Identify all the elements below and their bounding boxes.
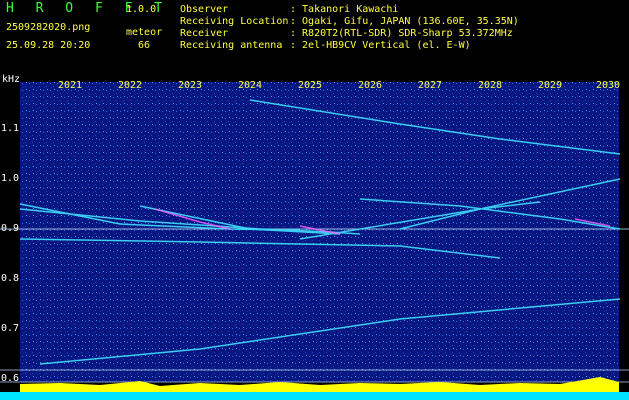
x-tick: 2029 [538, 80, 563, 91]
x-tick: 2028 [478, 80, 503, 91]
y-tick: 0.7 [1, 323, 20, 334]
antenna-value: : 2el-HB9CV Vertical (el. E-W) [290, 40, 471, 51]
x-tick: 2030 [596, 80, 621, 91]
observer-key: Observer [180, 4, 229, 15]
x-tick: 2023 [178, 80, 203, 91]
x-tick: 2024 [238, 80, 263, 91]
x-tick: 2026 [358, 80, 383, 91]
receiver-key: Receiver [180, 28, 229, 39]
x-tick: 2022 [118, 80, 143, 91]
y-tick: 1.1 [1, 123, 20, 134]
y-tick: 0.8 [1, 273, 20, 284]
capture-datetime: 25.09.28 20:20 [6, 40, 91, 51]
y-tick: 0.6 [1, 373, 20, 384]
x-tick: 2025 [298, 80, 323, 91]
receiver-value: : R820T2(RTL-SDR) SDR-Sharp 53.372MHz [290, 28, 513, 39]
observer-value: : Takanori Kawachi [290, 4, 399, 15]
bottom-base [0, 392, 629, 400]
app-version: 1.0.0 [126, 4, 157, 15]
header-panel: H R O F F T 1.0.0 2509282020.png meteor … [0, 0, 629, 74]
y-tick: 1.0 [1, 173, 20, 184]
meteor-label: meteor [126, 27, 163, 38]
x-tick: 2027 [418, 80, 443, 91]
location-key: Receiving Location [180, 16, 289, 27]
y-axis-unit: kHz [2, 74, 21, 85]
location-value: : Ogaki, Gifu, JAPAN (136.60E, 35.35N) [290, 16, 519, 27]
antenna-key: Receiving antenna [180, 40, 283, 51]
file-name: 2509282020.png [6, 22, 91, 33]
y-tick: 0.9 [1, 223, 20, 234]
meteor-count: 66 [138, 40, 151, 51]
x-tick: 2021 [58, 80, 83, 91]
spectrogram [0, 74, 629, 400]
